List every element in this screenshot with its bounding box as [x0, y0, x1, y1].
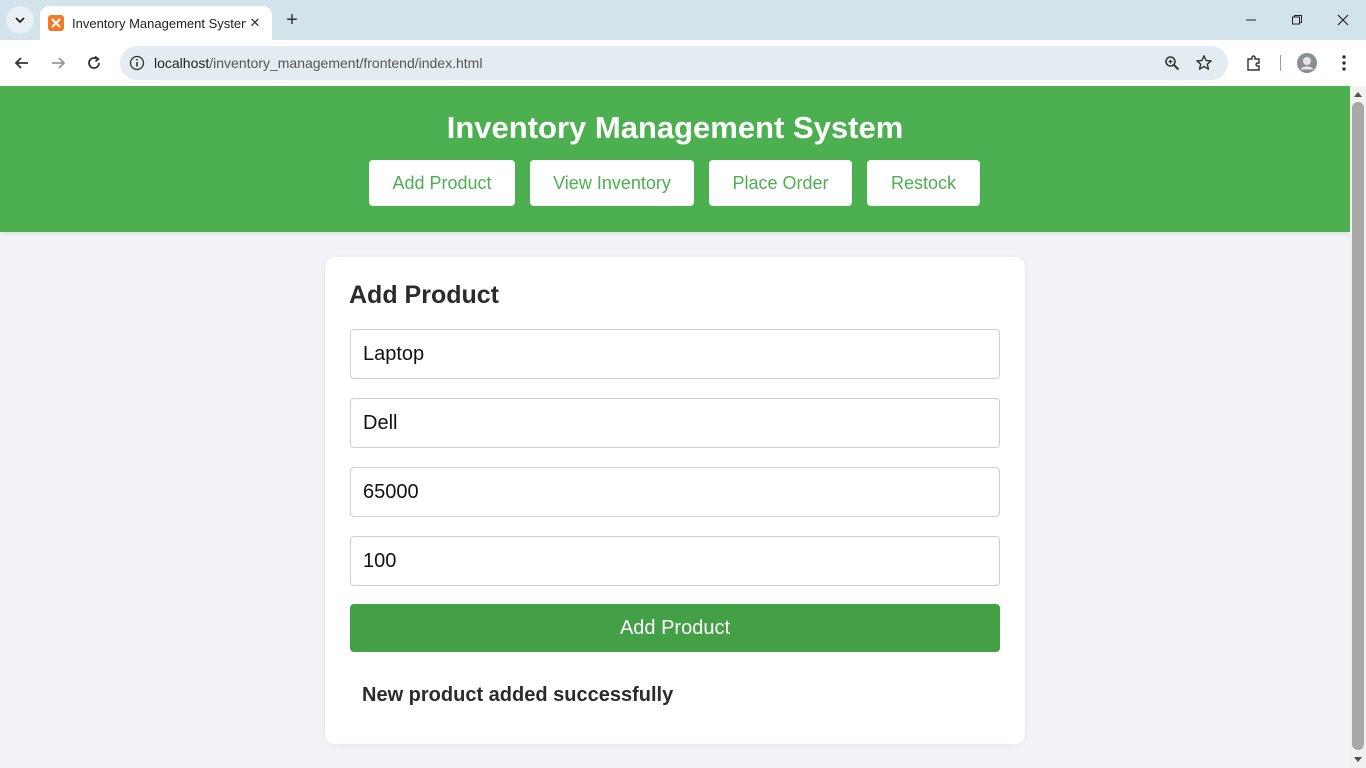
- url-host: localhost: [154, 55, 210, 71]
- browser-tab[interactable]: Inventory Management System ✕: [40, 6, 272, 40]
- address-bar[interactable]: localhost/inventory_management/frontend/…: [120, 46, 1228, 80]
- nav-restock-button[interactable]: Restock: [867, 160, 980, 206]
- extensions-icon[interactable]: [1239, 48, 1269, 78]
- nav-place-order-button[interactable]: Place Order: [709, 160, 852, 206]
- url-path: /inventory_management/frontend/index.htm…: [209, 55, 483, 71]
- forward-arrow-icon[interactable]: [43, 48, 73, 78]
- page-viewport: Inventory Management System Add Product …: [0, 86, 1350, 768]
- quantity-input[interactable]: 100: [350, 536, 1000, 586]
- toolbar-divider: [1280, 55, 1281, 71]
- product-name-input[interactable]: Laptop: [350, 329, 1000, 379]
- app-title: Inventory Management System: [446, 110, 904, 145]
- xampp-icon: [48, 15, 64, 31]
- restore-icon[interactable]: [1274, 0, 1320, 40]
- success-message: New product added successfully: [362, 684, 674, 706]
- minimize-icon[interactable]: [1228, 0, 1274, 40]
- browser-toolbar: localhost/inventory_management/frontend/…: [0, 40, 1366, 86]
- scroll-up-arrow-icon[interactable]: [1350, 86, 1366, 102]
- add-product-card: Add Product Laptop Dell 65000 100 Add Pr…: [325, 257, 1025, 744]
- profile-avatar-icon[interactable]: [1292, 48, 1322, 78]
- back-arrow-icon[interactable]: [7, 48, 37, 78]
- bookmark-star-icon[interactable]: [1188, 47, 1220, 79]
- nav-view-inventory-button[interactable]: View Inventory: [530, 160, 694, 206]
- chevron-down-icon: [15, 17, 25, 24]
- price-input[interactable]: 65000: [350, 467, 1000, 517]
- reload-icon[interactable]: [79, 48, 109, 78]
- page-scrollbar[interactable]: [1350, 86, 1366, 768]
- menu-kebab-icon[interactable]: [1329, 48, 1359, 78]
- scroll-down-arrow-icon[interactable]: [1350, 752, 1366, 768]
- brand-input[interactable]: Dell: [350, 398, 1000, 448]
- zoom-icon[interactable]: [1156, 47, 1188, 79]
- tab-search-button[interactable]: [6, 6, 34, 34]
- scroll-thumb[interactable]: [1352, 102, 1364, 750]
- close-window-icon[interactable]: [1320, 0, 1366, 40]
- nav-add-product-button[interactable]: Add Product: [369, 160, 515, 206]
- new-tab-icon[interactable]: +: [280, 8, 304, 32]
- tab-title: Inventory Management System: [72, 15, 246, 31]
- add-product-submit-button[interactable]: Add Product: [350, 604, 1000, 652]
- tab-close-icon[interactable]: ✕: [246, 14, 264, 32]
- site-info-icon[interactable]: [120, 46, 154, 80]
- app-header: Inventory Management System Add Product …: [0, 86, 1350, 232]
- url-text: localhost/inventory_management/frontend/…: [154, 55, 1156, 71]
- tab-strip: Inventory Management System ✕ +: [0, 0, 1366, 40]
- form-title: Add Product: [349, 281, 499, 309]
